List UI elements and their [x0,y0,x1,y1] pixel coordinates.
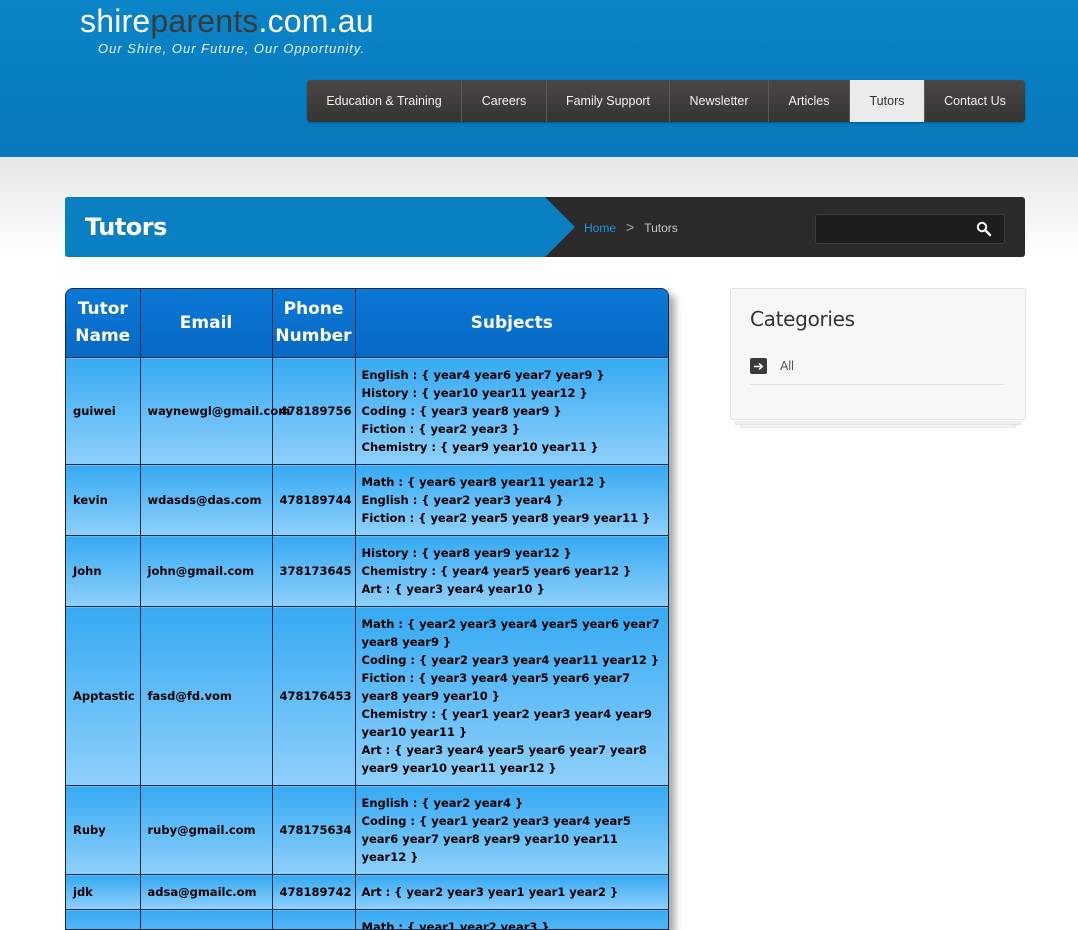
page-title: Tutors [85,197,167,257]
search-icon[interactable] [976,221,992,237]
table-row: jdkadsa@gmailc.om478189742 Art : { year2 … [66,875,668,910]
cell-phone: 478189756 [272,358,355,465]
cell-tutor-name: jdk [66,875,140,910]
tutors-table: Tutor Name Email Phone Number Subjects g… [66,289,668,930]
cell-email: wdasds@das.com [140,465,272,536]
cell-phone [272,910,355,930]
cell-subjects: History : { year8 year9 year12 }Chemistr… [355,536,668,607]
subject-line: Coding : { year2 year3 year4 year11 year… [362,651,663,669]
cell-tutor-name: kevin [66,465,140,536]
cell-email: adsa@gmailc.om [140,875,272,910]
category-item-all[interactable]: All [750,357,794,375]
subject-line: Coding : { year3 year8 year9 } [362,402,663,420]
table-row: Apptasticfasd@fd.vom478176453Math : { ye… [66,607,668,786]
nav-item-contact-us[interactable]: Contact Us [925,80,1025,122]
subject-line: Math : { year1 year2 year3 } [362,918,663,930]
nav-item-articles[interactable]: Articles [769,80,850,122]
site-header: shireparents.com.au Our Shire, Our Futur… [0,0,1078,157]
site-logo[interactable]: shireparents.com.au [80,2,374,40]
cell-email: ruby@gmail.com [140,786,272,875]
cell-phone: 478189742 [272,875,355,910]
table-row: Johnjohn@gmail.com378173645History : { y… [66,536,668,607]
cell-tutor-name [66,910,140,930]
subject-line: English : { year4 year6 year7 year9 } [362,366,663,384]
breadcrumb-home-link[interactable]: Home [584,221,616,235]
table-row: kevinwdasds@das.com478189744Math : { yea… [66,465,668,536]
table-row: Math : { year1 year2 year3 } [66,910,668,930]
subject-line: Art : { year2 year3 year1 year1 year2 } [362,883,663,901]
cell-subjects: English : { year4 year6 year7 year9 }His… [355,358,668,465]
cell-email [140,910,272,930]
site-tagline: Our Shire, Our Future, Our Opportunity. [98,41,365,56]
cell-subjects: Math : { year2 year3 year4 year5 year6 y… [355,607,668,786]
cell-tutor-name: Ruby [66,786,140,875]
cell-tutor-name: Apptastic [66,607,140,786]
cell-tutor-name: John [66,536,140,607]
table-header-row: Tutor Name Email Phone Number Subjects [66,289,668,358]
subject-line: Chemistry : { year9 year10 year11 } [362,438,663,456]
cell-subjects: Art : { year2 year3 year1 year1 year2 } [355,875,668,910]
header-email: Email [140,289,272,358]
cell-email: john@gmail.com [140,536,272,607]
category-divider [750,384,1004,385]
subject-line: English : { year2 year3 year4 } [362,491,663,509]
subject-line: Math : { year2 year3 year4 year5 year6 y… [362,615,663,651]
subject-line: Art : { year3 year4 year10 } [362,580,663,598]
logo-part-domain: .com.au [259,3,374,39]
subject-line: Math : { year6 year8 year11 year12 } [362,473,663,491]
subject-line: Fiction : { year2 year3 } [362,420,663,438]
cell-subjects: Math : { year1 year2 year3 } [355,910,668,930]
category-label: All [780,359,794,373]
nav-item-careers[interactable]: Careers [462,80,547,122]
cell-phone: 478189744 [272,465,355,536]
logo-part-shire: shire [80,3,150,39]
title-arrow-shape [545,197,575,257]
breadcrumb-separator: > [626,219,634,235]
nav-item-tutors[interactable]: Tutors [850,80,925,122]
cell-subjects: English : { year2 year4 }Coding : { year… [355,786,668,875]
cell-phone: 478176453 [272,607,355,786]
cell-email: waynewgl@gmail.com [140,358,272,465]
sidebar-stack-shadow-2 [740,425,1016,428]
breadcrumb-current: Tutors [644,221,678,235]
subject-line: English : { year2 year4 } [362,794,663,812]
header-subjects: Subjects [355,289,668,358]
cell-email: fasd@fd.vom [140,607,272,786]
header-tutor-name: Tutor Name [66,289,140,358]
categories-widget: Categories All [730,288,1026,420]
table-body: guiweiwaynewgl@gmail.com478189756English… [66,358,668,930]
table-row: Rubyruby@gmail.com478175634English : { y… [66,786,668,875]
categories-title: Categories [750,307,855,331]
nav-item-newsletter[interactable]: Newsletter [670,80,769,122]
sidebar-stack-shadow-1 [735,421,1021,425]
search-box [815,214,1005,244]
search-input[interactable] [820,218,974,242]
page-title-bar: Tutors Home > Tutors [65,197,1025,257]
subject-line: Chemistry : { year1 year2 year3 year4 ye… [362,705,663,741]
main-nav: Education & Training Careers Family Supp… [307,80,1025,122]
table-row: guiweiwaynewgl@gmail.com478189756English… [66,358,668,465]
nav-item-education-training[interactable]: Education & Training [307,80,462,122]
subject-line: Fiction : { year2 year5 year8 year9 year… [362,509,663,527]
cell-tutor-name: guiwei [66,358,140,465]
tutors-table-container: Tutor Name Email Phone Number Subjects g… [65,288,669,930]
logo-part-parents: parents [150,3,258,39]
header-phone-number: Phone Number [272,289,355,358]
cell-phone: 378173645 [272,536,355,607]
cell-subjects: Math : { year6 year8 year11 year12 }Engl… [355,465,668,536]
arrow-right-icon [750,358,767,374]
subject-line: Art : { year3 year4 year5 year6 year7 ye… [362,741,663,777]
subject-line: Chemistry : { year4 year5 year6 year12 } [362,562,663,580]
subject-line: Fiction : { year3 year4 year5 year6 year… [362,669,663,705]
subject-line: Coding : { year1 year2 year3 year4 year5… [362,812,663,866]
breadcrumb: Home > Tutors [584,197,678,257]
nav-item-family-support[interactable]: Family Support [547,80,670,122]
cell-phone: 478175634 [272,786,355,875]
subject-line: History : { year10 year11 year12 } [362,384,663,402]
subject-line: History : { year8 year9 year12 } [362,544,663,562]
